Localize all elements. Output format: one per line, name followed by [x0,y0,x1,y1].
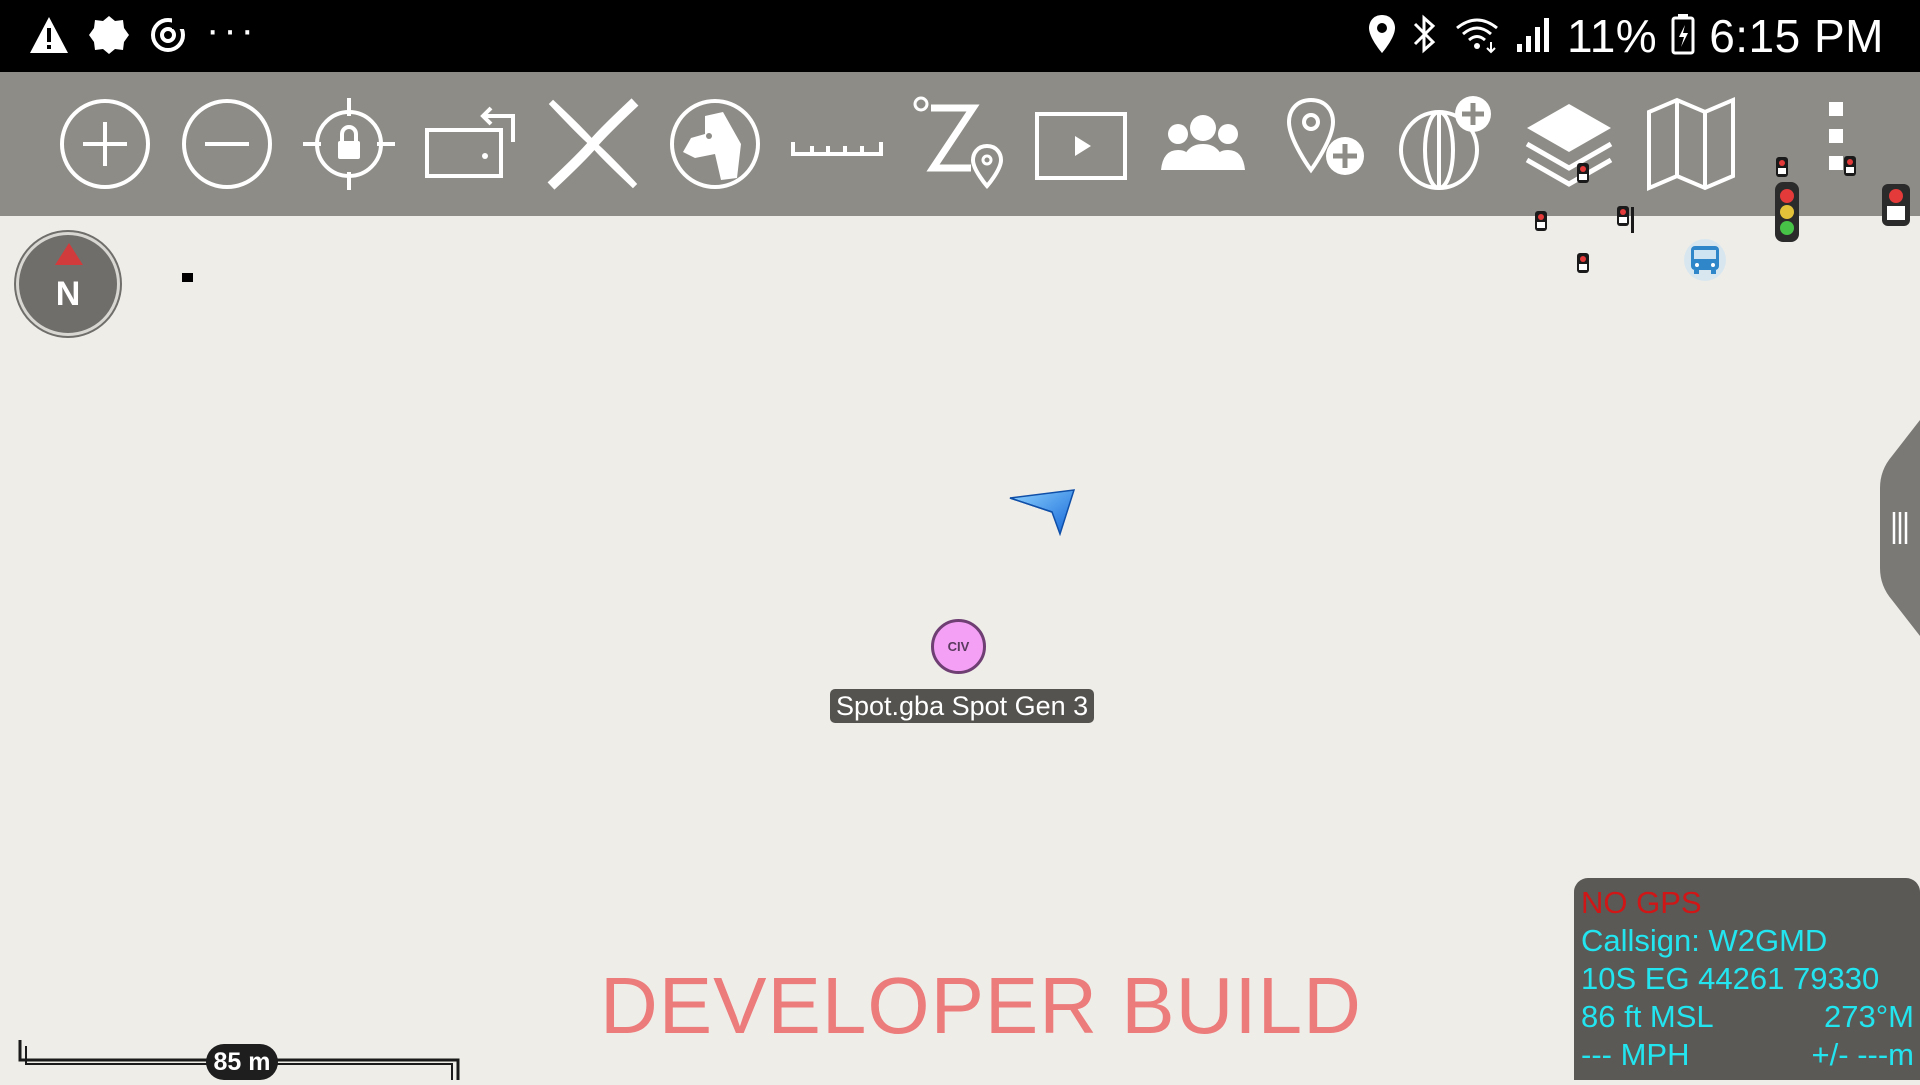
clock: 6:15 PM [1709,10,1884,62]
ruler-icon [791,142,883,156]
traffic-light-icon[interactable] [1576,162,1590,189]
traffic-light-icon[interactable] [1775,156,1789,183]
rotate-screen-icon [425,106,515,178]
more-vertical-icon [1829,102,1843,170]
north-arrow-icon [55,243,83,265]
altitude: 86 ft MSL [1581,999,1714,1034]
altitude-row: 86 ft MSL 273°M [1581,998,1914,1036]
overflow-menu-button[interactable] [1785,94,1885,194]
contacts-button[interactable] [1153,94,1253,194]
rotate-screen-button[interactable] [421,94,521,194]
wifi-icon [1453,14,1501,59]
layers-icon [1525,104,1613,187]
lock-location-button[interactable] [299,94,399,194]
badge-icon [88,14,130,61]
grid-coordinates: 10S EG 44261 79330 [1581,961,1880,996]
bluetooth-icon [1411,13,1439,60]
traffic-light-icon[interactable] [1616,205,1634,240]
civilian-marker[interactable]: CIV [931,619,986,674]
speed-row: --- MPH +/- ---m [1581,1036,1914,1074]
zoom-in-button[interactable] [55,94,155,194]
elevation-route-button[interactable] [909,94,1009,194]
lock-target-icon [303,98,395,190]
heading: 273°M [1824,999,1914,1034]
measure-button[interactable] [787,94,887,194]
traffic-light-icon[interactable] [1843,155,1857,182]
location-icon [1367,13,1397,60]
compass-button[interactable]: N [16,232,120,336]
battery-percent: 11% [1567,10,1658,62]
signal-icon [1515,14,1553,59]
bus-stop-icon[interactable] [1683,238,1727,287]
speed: --- MPH [1581,1037,1690,1072]
dog-tool-button[interactable] [665,94,765,194]
self-location-arrow-icon[interactable] [1008,486,1078,541]
developer-build-watermark: DEVELOPER BUILD [600,961,1362,1050]
map-button[interactable] [1641,94,1741,194]
map-pin-add-icon [1286,97,1364,175]
traffic-light-icon[interactable] [1576,252,1590,279]
marker-type-text: CIV [947,639,970,654]
close-x-icon [547,98,639,190]
toolbar [0,72,1920,216]
battery-icon [1671,13,1695,60]
marker-label[interactable]: Spot.gba Spot Gen 3 [830,689,1095,723]
accuracy: +/- ---m [1811,1037,1914,1072]
add-globe-button[interactable] [1397,94,1497,194]
route-z-icon [913,96,1004,190]
side-drawer-handle[interactable] [1880,420,1920,636]
callsign: Callsign: W2GMD [1581,923,1828,958]
layers-button[interactable] [1519,94,1619,194]
zoom-out-icon [182,99,272,189]
video-button[interactable] [1031,94,1131,194]
compass-north-label: N [55,275,81,313]
gps-status: NO GPS [1581,885,1702,920]
location-info-panel[interactable]: NO GPS Callsign: W2GMD 10S EG 44261 7933… [1574,878,1920,1080]
close-tool-button[interactable] [543,94,643,194]
sync-icon [148,15,188,60]
scale-label: 85 m [206,1044,278,1080]
globe-add-icon [1399,96,1491,190]
add-point-button[interactable] [1275,94,1375,194]
zoom-out-button[interactable] [177,94,277,194]
status-bar: ··· 11% 6:15 PM [0,0,1920,72]
traffic-signal-icon[interactable] [1772,180,1802,249]
play-video-icon [1035,112,1127,180]
map-point [182,273,193,282]
traffic-light-icon[interactable] [1534,210,1548,237]
warning-icon [28,15,70,60]
more-notifications-icon: ··· [206,8,258,52]
folded-map-icon [1647,96,1735,192]
group-people-icon [1161,115,1245,170]
dog-icon [670,99,760,189]
zoom-in-icon [60,99,150,189]
traffic-light-icon[interactable] [1880,182,1912,233]
